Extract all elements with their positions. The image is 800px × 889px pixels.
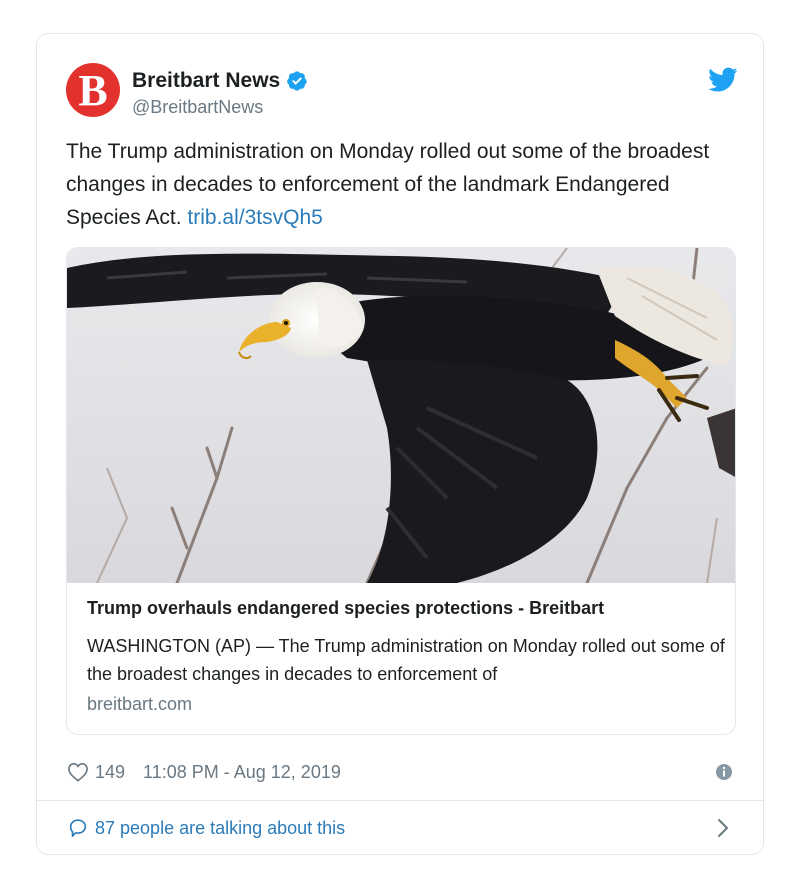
- tweet-link[interactable]: trib.al/3tsvQh5: [187, 206, 322, 229]
- author-display-name[interactable]: Breitbart News: [132, 69, 280, 93]
- tweet-text: The Trump administration on Monday rolle…: [66, 135, 726, 234]
- chevron-right-icon[interactable]: [717, 818, 729, 838]
- heart-icon[interactable]: [67, 762, 89, 782]
- author-name-row: Breitbart News: [132, 69, 308, 93]
- tweet-body: The Trump administration on Monday rolle…: [66, 140, 710, 229]
- avatar-letter: B: [78, 66, 108, 115]
- divider: [37, 800, 763, 801]
- bald-eagle-image[interactable]: [67, 248, 736, 583]
- link-preview-card[interactable]: Trump overhauls endangered species prote…: [66, 247, 736, 735]
- tweet-author: B Breitbart News @BreitbartNews: [66, 63, 738, 119]
- verified-badge-icon: [287, 71, 307, 91]
- link-card-description: WASHINGTON (AP) — The Trump administrati…: [87, 636, 725, 684]
- twitter-bird-icon[interactable]: [708, 67, 738, 93]
- people-talking-text[interactable]: 87 people are talking about this: [95, 818, 345, 839]
- speech-bubble-icon: [69, 819, 87, 838]
- embedded-tweet-card: B Breitbart News @BreitbartNews The Trum…: [36, 33, 764, 855]
- avatar[interactable]: B: [66, 63, 120, 117]
- link-card-domain: breitbart.com: [87, 694, 193, 714]
- like-count[interactable]: 149: [95, 762, 125, 783]
- info-icon[interactable]: [715, 763, 733, 781]
- conversation-link[interactable]: 87 people are talking about this: [67, 814, 737, 842]
- author-handle[interactable]: @BreitbartNews: [132, 97, 263, 118]
- tweet-meta: 149 11:08 PM - Aug 12, 2019: [67, 759, 737, 785]
- link-card-title[interactable]: Trump overhauls endangered species prote…: [87, 598, 717, 619]
- tweet-timestamp[interactable]: 11:08 PM - Aug 12, 2019: [143, 762, 341, 783]
